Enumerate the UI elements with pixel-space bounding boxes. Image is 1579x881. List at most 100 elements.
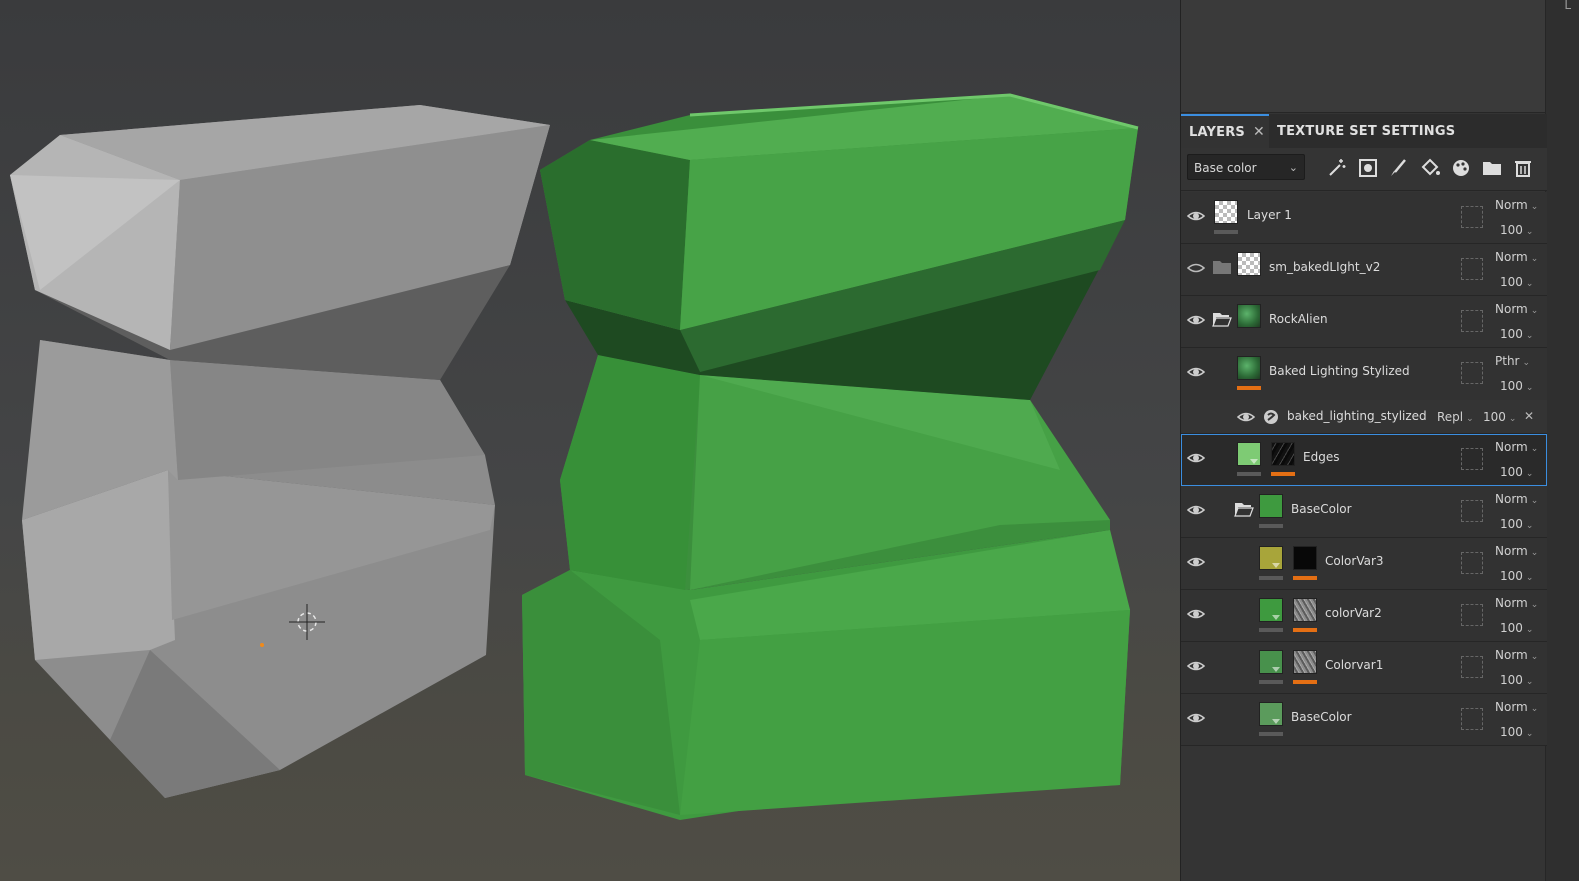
blend-mode[interactable]: Norm ⌄ — [1495, 250, 1538, 264]
layer-mask-bar — [1237, 386, 1261, 390]
layer-thumbnail — [1237, 356, 1261, 380]
brush-icon[interactable] — [1387, 156, 1411, 180]
blend-mode[interactable]: Norm ⌄ — [1495, 648, 1538, 662]
blend-mode[interactable]: Norm ⌄ — [1495, 596, 1538, 610]
opacity-value[interactable]: 100 ⌄ — [1500, 223, 1533, 237]
layer-row[interactable]: Baked Lighting Stylized Pthr ⌄ 100 ⌄ — [1181, 348, 1547, 400]
effect-row[interactable]: baked_lighting_stylized Repl ⌄ 100 ⌄ ✕ — [1181, 400, 1547, 434]
mask-slot[interactable] — [1461, 552, 1483, 574]
opacity-value[interactable]: 100 ⌄ — [1500, 517, 1533, 531]
eye-closed-icon[interactable] — [1187, 259, 1205, 277]
green-rock-model — [522, 93, 1139, 820]
mask-slot[interactable] — [1461, 258, 1483, 280]
filter-icon — [1264, 410, 1278, 424]
tab-texture-set-settings[interactable]: TEXTURE SET SETTINGS — [1277, 114, 1455, 148]
tab-close-icon[interactable]: ✕ — [1253, 124, 1265, 140]
mask-slot[interactable] — [1461, 500, 1483, 522]
eye-icon[interactable] — [1187, 449, 1205, 467]
eye-icon[interactable] — [1187, 709, 1205, 727]
eye-icon[interactable] — [1187, 605, 1205, 623]
channel-select[interactable]: Base color ⌄ — [1187, 154, 1305, 180]
mask-icon[interactable] — [1356, 156, 1380, 180]
3d-viewport[interactable] — [0, 0, 1180, 881]
layer-row[interactable]: BaseColor Norm ⌄ 100 ⌄ — [1181, 486, 1547, 538]
eye-icon[interactable] — [1187, 501, 1205, 519]
folder-open-icon[interactable] — [1212, 311, 1232, 327]
mask-slot[interactable] — [1461, 362, 1483, 384]
layer-row[interactable]: RockAlien Norm ⌄ 100 ⌄ — [1181, 296, 1547, 348]
opacity-value[interactable]: 100 ⌄ — [1500, 327, 1533, 341]
layer-name: BaseColor — [1291, 502, 1352, 516]
layer-mask-bar — [1293, 680, 1317, 684]
layer-row-selected[interactable]: Edges Norm ⌄ 100 ⌄ — [1181, 434, 1547, 486]
layer-name: RockAlien — [1269, 312, 1328, 326]
mask-slot[interactable] — [1461, 604, 1483, 626]
layer-name: Colorvar1 — [1325, 658, 1384, 672]
layer-mask-bar — [1271, 472, 1295, 476]
blend-mode[interactable]: Pthr ⌄ — [1495, 354, 1530, 368]
layer-name: colorVar2 — [1325, 606, 1382, 620]
layer-thumbnail — [1259, 546, 1283, 570]
effect-opacity[interactable]: 100 ⌄ — [1483, 410, 1516, 424]
blend-mode[interactable]: Norm ⌄ — [1495, 492, 1538, 506]
mask-slot[interactable] — [1461, 708, 1483, 730]
mask-thumbnail[interactable] — [1293, 598, 1317, 622]
trash-icon[interactable] — [1511, 156, 1535, 180]
folder-icon[interactable] — [1480, 156, 1504, 180]
layer-name: Edges — [1303, 450, 1340, 464]
mask-slot[interactable] — [1461, 656, 1483, 678]
blend-mode[interactable]: Norm ⌄ — [1495, 302, 1538, 316]
layer-row[interactable]: BaseColor Norm ⌄ 100 ⌄ — [1181, 694, 1547, 746]
eye-icon[interactable] — [1187, 363, 1205, 381]
mask-slot[interactable] — [1461, 206, 1483, 228]
opacity-value[interactable]: 100 ⌄ — [1500, 569, 1533, 583]
palette-icon[interactable] — [1449, 156, 1473, 180]
layer-row[interactable]: Colorvar1 Norm ⌄ 100 ⌄ — [1181, 642, 1547, 694]
tab-layers[interactable]: LAYERS ✕ — [1181, 114, 1269, 148]
layer-row[interactable]: sm_bakedLIght_v2 Norm ⌄ 100 ⌄ — [1181, 244, 1547, 296]
opacity-value[interactable]: 100 ⌄ — [1500, 725, 1533, 739]
panel-header-area — [1181, 0, 1547, 113]
eye-icon[interactable] — [1187, 657, 1205, 675]
panel-scrollbar[interactable]: L — [1545, 0, 1579, 881]
layer-thumbnail — [1237, 252, 1261, 276]
mask-slot[interactable] — [1461, 310, 1483, 332]
layer-bar — [1259, 576, 1283, 580]
layer-bar — [1259, 680, 1283, 684]
blend-mode[interactable]: Norm ⌄ — [1495, 198, 1538, 212]
opacity-value[interactable]: 100 ⌄ — [1500, 465, 1533, 479]
blend-mode[interactable]: Norm ⌄ — [1495, 544, 1538, 558]
opacity-value[interactable]: 100 ⌄ — [1500, 379, 1533, 393]
layer-row[interactable]: ColorVar3 Norm ⌄ 100 ⌄ — [1181, 538, 1547, 590]
layer-row[interactable]: colorVar2 Norm ⌄ 100 ⌄ — [1181, 590, 1547, 642]
tab-layers-label: LAYERS — [1189, 125, 1245, 140]
fill-bucket-icon[interactable] — [1418, 156, 1442, 180]
eye-icon[interactable] — [1187, 207, 1205, 225]
eye-icon[interactable] — [1187, 311, 1205, 329]
eye-icon[interactable] — [1237, 408, 1255, 426]
mask-thumbnail[interactable] — [1293, 650, 1317, 674]
magic-wand-icon[interactable] — [1325, 156, 1349, 180]
effect-close-icon[interactable]: ✕ — [1524, 409, 1534, 423]
layer-name: BaseColor — [1291, 710, 1352, 724]
viewport-scene — [10, 93, 1139, 820]
blend-mode[interactable]: Norm ⌄ — [1495, 700, 1538, 714]
mask-thumbnail[interactable] — [1271, 442, 1295, 466]
layer-mask-bar — [1293, 576, 1317, 580]
folder-icon[interactable] — [1212, 259, 1232, 275]
opacity-value[interactable]: 100 ⌄ — [1500, 275, 1533, 289]
effect-blend-mode[interactable]: Repl ⌄ — [1437, 410, 1474, 424]
mask-slot[interactable] — [1461, 448, 1483, 470]
layer-thumbnail — [1259, 650, 1283, 674]
opacity-value[interactable]: 100 ⌄ — [1500, 621, 1533, 635]
layer-name: ColorVar3 — [1325, 554, 1384, 568]
layer-bar — [1259, 732, 1283, 736]
opacity-value[interactable]: 100 ⌄ — [1500, 673, 1533, 687]
mask-thumbnail[interactable] — [1293, 546, 1317, 570]
layer-row[interactable]: Layer 1 Norm ⌄ 100 ⌄ — [1181, 192, 1547, 244]
folder-open-icon[interactable] — [1234, 501, 1254, 517]
layer-mask-bar — [1293, 628, 1317, 632]
blend-mode[interactable]: Norm ⌄ — [1495, 440, 1538, 454]
eye-icon[interactable] — [1187, 553, 1205, 571]
layer-thumbnail — [1237, 442, 1261, 466]
